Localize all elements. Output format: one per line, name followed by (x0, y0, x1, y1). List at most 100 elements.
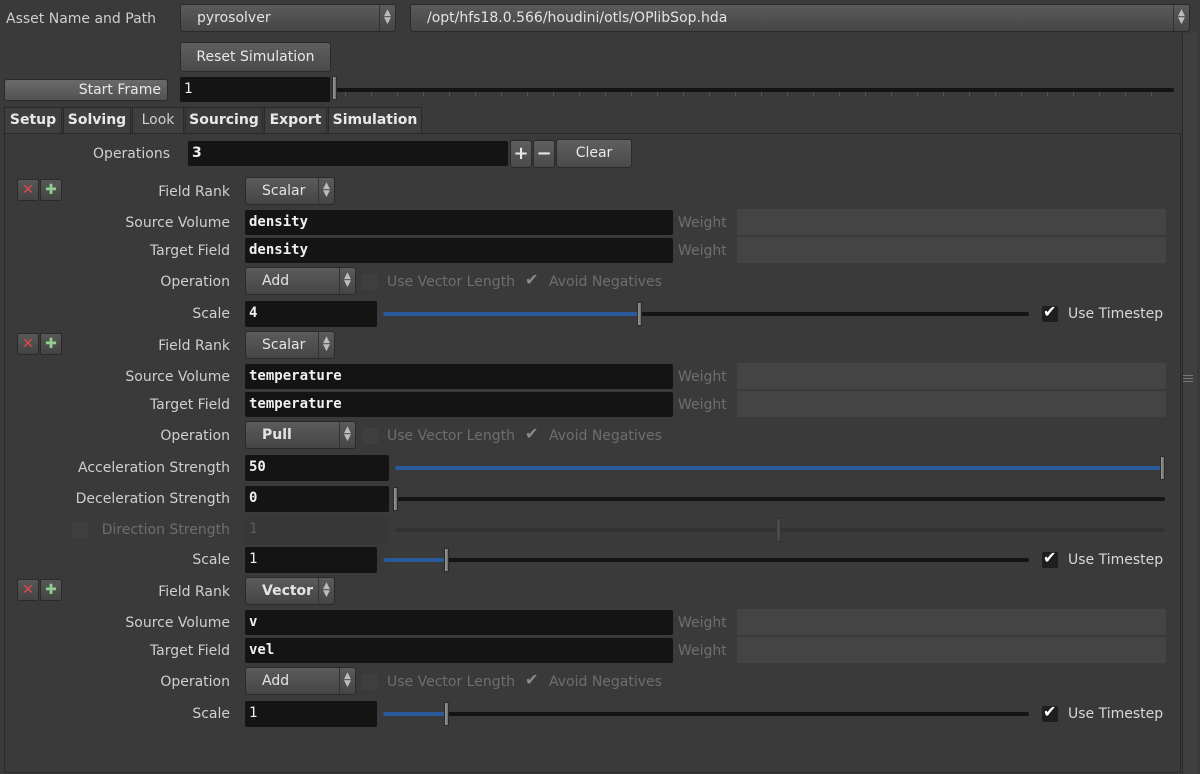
target-field-label: Target Field (149, 397, 230, 413)
use-timestep-checkbox[interactable]: ✔ (1042, 302, 1058, 322)
checkmark-icon: ✔ (1043, 548, 1057, 567)
field-rank-combo[interactable]: Scalar ▲ ▼ (245, 177, 335, 205)
use-vector-length-checkbox[interactable] (362, 674, 378, 690)
insert-plus-icon: ✚ (45, 182, 57, 198)
scale-slider-handle[interactable] (444, 548, 449, 572)
scale-slider-fill (383, 712, 447, 716)
remove-x-icon: ✕ (22, 582, 34, 598)
target-field-field[interactable]: density (245, 238, 673, 263)
asset-path-value: /opt/hfs18.0.566/houdini/otls/OPlibSop.h… (427, 10, 728, 26)
up-down-arrows-icon: ▲ ▼ (1173, 5, 1189, 31)
remove-source-3-button[interactable]: ✕ (17, 579, 39, 601)
remove-source-2-button[interactable]: ✕ (17, 333, 39, 355)
field-rank-combo[interactable]: Vector ▲ ▼ (245, 577, 335, 605)
scale-slider-handle[interactable] (444, 702, 449, 726)
source-weight-field (737, 363, 1166, 389)
source-volume-label: Source Volume (125, 615, 230, 631)
tab-look[interactable]: Look (132, 107, 184, 133)
scale-slider-track[interactable] (383, 712, 1029, 716)
target-weight-label: Weight (678, 643, 727, 659)
tab-sourcing[interactable]: Sourcing (185, 107, 263, 133)
source-weight-label: Weight (678, 215, 727, 231)
target-field-field[interactable]: temperature (245, 392, 673, 417)
deceleration-slider-track[interactable] (395, 497, 1165, 501)
operation-combo[interactable]: Add ▲ ▼ (245, 267, 356, 295)
insert-source-2-button[interactable]: ✚ (40, 333, 62, 355)
remove-operation-button[interactable]: − (533, 140, 555, 168)
asset-name-combo[interactable]: pyrosolver ▲ ▼ (180, 4, 396, 32)
insert-source-3-button[interactable]: ✚ (40, 579, 62, 601)
up-down-arrows-icon: ▲ ▼ (379, 5, 395, 31)
acceleration-strength-field[interactable]: 50 (245, 455, 389, 481)
direction-strength-field[interactable]: 1 (245, 517, 389, 543)
source-weight-field (737, 609, 1166, 635)
tab-export[interactable]: Export (264, 107, 327, 133)
scale-slider-track[interactable] (383, 312, 1029, 316)
source-volume-field[interactable]: v (245, 610, 673, 635)
tab-setup[interactable]: Setup (4, 107, 62, 133)
scrollbar-grip-icon (1183, 375, 1193, 383)
scale-field[interactable]: 1 (245, 547, 377, 573)
scale-slider-handle[interactable] (637, 302, 642, 326)
source-weight-field (737, 209, 1166, 235)
operation-value: Add (262, 673, 290, 689)
slider-tick-marks (345, 92, 1175, 96)
operation-combo[interactable]: Pull ▲ ▼ (245, 421, 356, 449)
scale-slider-track[interactable] (383, 558, 1029, 562)
source-volume-field[interactable]: density (245, 210, 673, 235)
up-down-arrows-icon: ▲ ▼ (318, 332, 334, 358)
insert-plus-icon: ✚ (45, 336, 57, 352)
clear-operations-button[interactable]: Clear (556, 139, 632, 168)
direction-slider-handle[interactable] (776, 518, 781, 542)
operation-combo[interactable]: Add ▲ ▼ (245, 667, 356, 695)
avoid-negatives-label: Avoid Negatives (549, 674, 662, 690)
avoid-negatives-checkbox[interactable]: ✔ (524, 670, 540, 690)
remove-source-1-button[interactable]: ✕ (17, 179, 39, 201)
panel-scrollbar[interactable] (1182, 33, 1197, 774)
insert-source-1-button[interactable]: ✚ (40, 179, 62, 201)
start-frame-slider-handle[interactable] (332, 76, 337, 100)
use-vector-length-checkbox[interactable] (362, 428, 378, 444)
plus-icon: + (513, 143, 529, 164)
target-weight-label: Weight (678, 243, 727, 259)
start-frame-button[interactable]: Start Frame (4, 79, 168, 101)
scale-field[interactable]: 4 (245, 301, 377, 327)
target-field-label: Target Field (149, 243, 230, 259)
use-vector-length-checkbox[interactable] (362, 274, 378, 290)
deceleration-slider-handle[interactable] (393, 487, 398, 511)
scale-label: Scale (192, 306, 230, 322)
tab-solving[interactable]: Solving (63, 107, 131, 133)
asset-name-value: pyrosolver (197, 10, 271, 26)
acceleration-slider-handle[interactable] (1160, 456, 1165, 480)
field-rank-combo[interactable]: Scalar ▲ ▼ (245, 331, 335, 359)
deceleration-strength-label: Deceleration Strength (75, 491, 230, 507)
use-vector-length-label: Use Vector Length (387, 428, 515, 444)
start-frame-field[interactable]: 1 (180, 77, 330, 102)
add-operation-button[interactable]: + (510, 140, 532, 168)
up-down-arrows-icon: ▲ ▼ (318, 578, 334, 604)
field-rank-label: Field Rank (158, 584, 230, 600)
target-field-field[interactable]: vel (245, 638, 673, 663)
source-volume-field[interactable]: temperature (245, 364, 673, 389)
field-rank-label: Field Rank (158, 338, 230, 354)
operation-label: Operation (160, 674, 230, 690)
operations-count-field[interactable]: 3 (188, 141, 508, 166)
source-volume-label: Source Volume (125, 215, 230, 231)
target-weight-label: Weight (678, 397, 727, 413)
up-down-arrows-icon: ▲ ▼ (339, 268, 355, 294)
up-down-arrows-icon: ▲ ▼ (339, 668, 355, 694)
reset-simulation-button[interactable]: Reset Simulation (180, 42, 331, 72)
checkmark-icon: ✔ (1043, 702, 1057, 721)
direction-strength-label: Direction Strength (101, 522, 230, 538)
asset-path-combo[interactable]: /opt/hfs18.0.566/houdini/otls/OPlibSop.h… (410, 4, 1190, 32)
tab-simulation[interactable]: Simulation (328, 107, 422, 133)
use-timestep-checkbox[interactable]: ✔ (1042, 548, 1058, 568)
scale-field[interactable]: 1 (245, 701, 377, 727)
use-timestep-checkbox[interactable]: ✔ (1042, 702, 1058, 722)
checkmark-icon: ✔ (1043, 302, 1057, 321)
acceleration-slider-track[interactable] (395, 466, 1165, 470)
avoid-negatives-checkbox[interactable]: ✔ (524, 270, 540, 290)
use-timestep-label: Use Timestep (1068, 706, 1164, 722)
deceleration-strength-field[interactable]: 0 (245, 486, 389, 512)
avoid-negatives-checkbox[interactable]: ✔ (524, 424, 540, 444)
